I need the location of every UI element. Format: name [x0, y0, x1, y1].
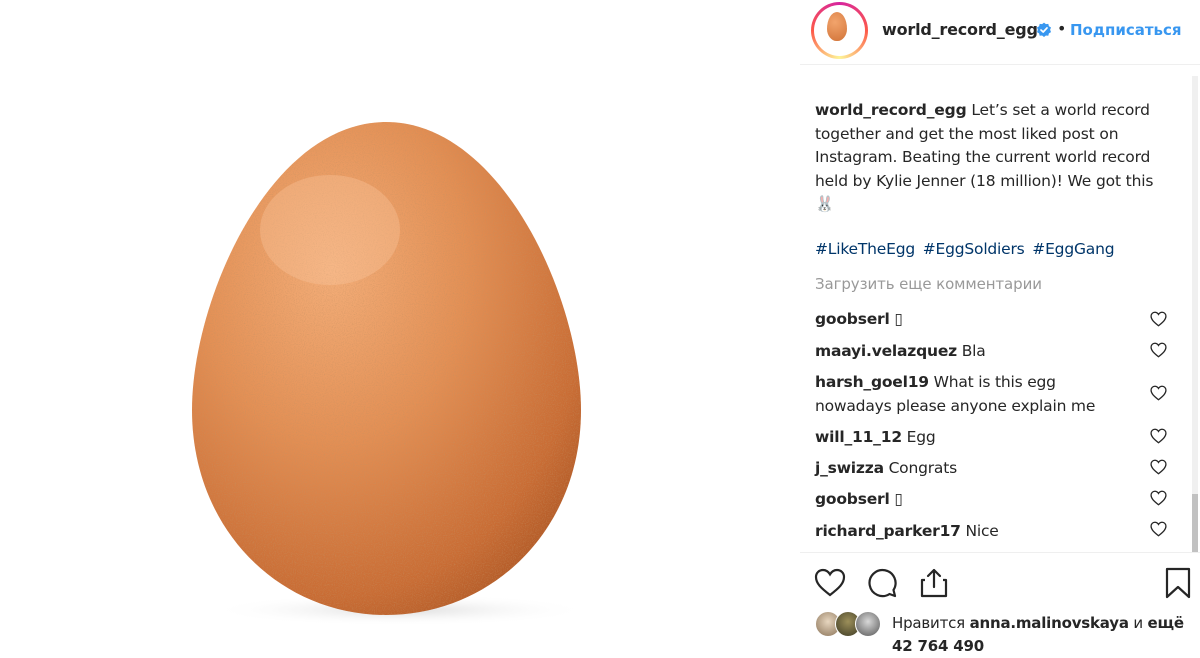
liker-username[interactable]: anna.malinovskaya — [970, 614, 1129, 632]
author-avatar[interactable] — [811, 2, 868, 59]
hashtag-link[interactable]: #EggSoldiers — [923, 240, 1025, 258]
like-heart-icon[interactable] — [813, 566, 847, 600]
bookmark-icon[interactable] — [1161, 566, 1195, 600]
comment-text: ▯ — [894, 490, 903, 508]
comment-text: Bla — [961, 342, 986, 360]
comment-text: Nice — [965, 522, 999, 540]
post-photo[interactable] — [0, 0, 800, 657]
hashtag-link[interactable]: #LikeTheEgg — [815, 240, 915, 258]
author-username[interactable]: world_record_egg — [882, 20, 1038, 39]
share-icon[interactable] — [917, 566, 951, 600]
load-more-comments-button[interactable]: Загрузить еще комментарии — [815, 275, 1042, 293]
caption-username[interactable]: world_record_egg — [815, 101, 967, 119]
comment-item: goobserl ▯ — [815, 487, 1135, 511]
comment-like-heart-icon[interactable] — [1150, 521, 1167, 537]
comment-username[interactable]: maayi.velazquez — [815, 342, 957, 360]
comment-item: harsh_goel19 What is this egg nowadays p… — [815, 370, 1125, 418]
liker-avatar — [855, 611, 881, 637]
comment-item: j_swizza Congrats — [815, 456, 1135, 480]
hashtag-link[interactable]: #EggGang — [1032, 240, 1114, 258]
egg-image — [192, 122, 590, 626]
comment-icon[interactable] — [865, 566, 899, 600]
likes-prefix: Нравится — [892, 614, 965, 632]
comment-username[interactable]: j_swizza — [815, 459, 884, 477]
post-header: world_record_egg • Подписаться — [800, 0, 1200, 65]
comment-item: will_11_12 Egg — [815, 425, 1135, 449]
likers-avatars[interactable] — [815, 611, 885, 637]
likes-summary: Нравится anna.malinovskaya и ещё 42 764 … — [892, 612, 1192, 658]
comment-username[interactable]: harsh_goel19 — [815, 373, 929, 391]
scrollbar-thumb[interactable] — [1192, 494, 1198, 552]
separator-dot: • — [1057, 19, 1067, 38]
post-side-panel: world_record_egg • Подписаться world_rec… — [800, 0, 1200, 657]
egg-avatar-image — [827, 12, 847, 41]
comment-like-heart-icon[interactable] — [1150, 311, 1167, 327]
comment-username[interactable]: goobserl — [815, 490, 890, 508]
follow-button[interactable]: Подписаться — [1070, 21, 1182, 39]
comment-text: ▯ — [894, 310, 903, 328]
comment-item: richard_parker17 Nice — [815, 519, 1135, 543]
post-caption: world_record_egg Let’s set a world recor… — [815, 99, 1155, 217]
comment-item: maayi.velazquez Bla — [815, 339, 1135, 363]
comment-item: goobserl ▯ — [815, 307, 1135, 331]
comment-like-heart-icon[interactable] — [1150, 385, 1167, 401]
comment-like-heart-icon[interactable] — [1150, 459, 1167, 475]
post-actions-bar: Нравится anna.malinovskaya и ещё 42 764 … — [800, 552, 1200, 658]
verified-badge-icon — [1037, 22, 1051, 37]
comment-text: Egg — [906, 428, 936, 446]
comment-username[interactable]: goobserl — [815, 310, 890, 328]
comment-text: Congrats — [888, 459, 958, 477]
comment-like-heart-icon[interactable] — [1150, 342, 1167, 358]
hashtag-list: #LikeTheEgg #EggSoldiers #EggGang — [815, 240, 1117, 258]
comment-like-heart-icon[interactable] — [1150, 490, 1167, 506]
likes-connector: и — [1133, 614, 1143, 632]
comment-username[interactable]: will_11_12 — [815, 428, 902, 446]
comment-like-heart-icon[interactable] — [1150, 428, 1167, 444]
comment-username[interactable]: richard_parker17 — [815, 522, 961, 540]
comments-scrollbar[interactable] — [1192, 76, 1198, 552]
